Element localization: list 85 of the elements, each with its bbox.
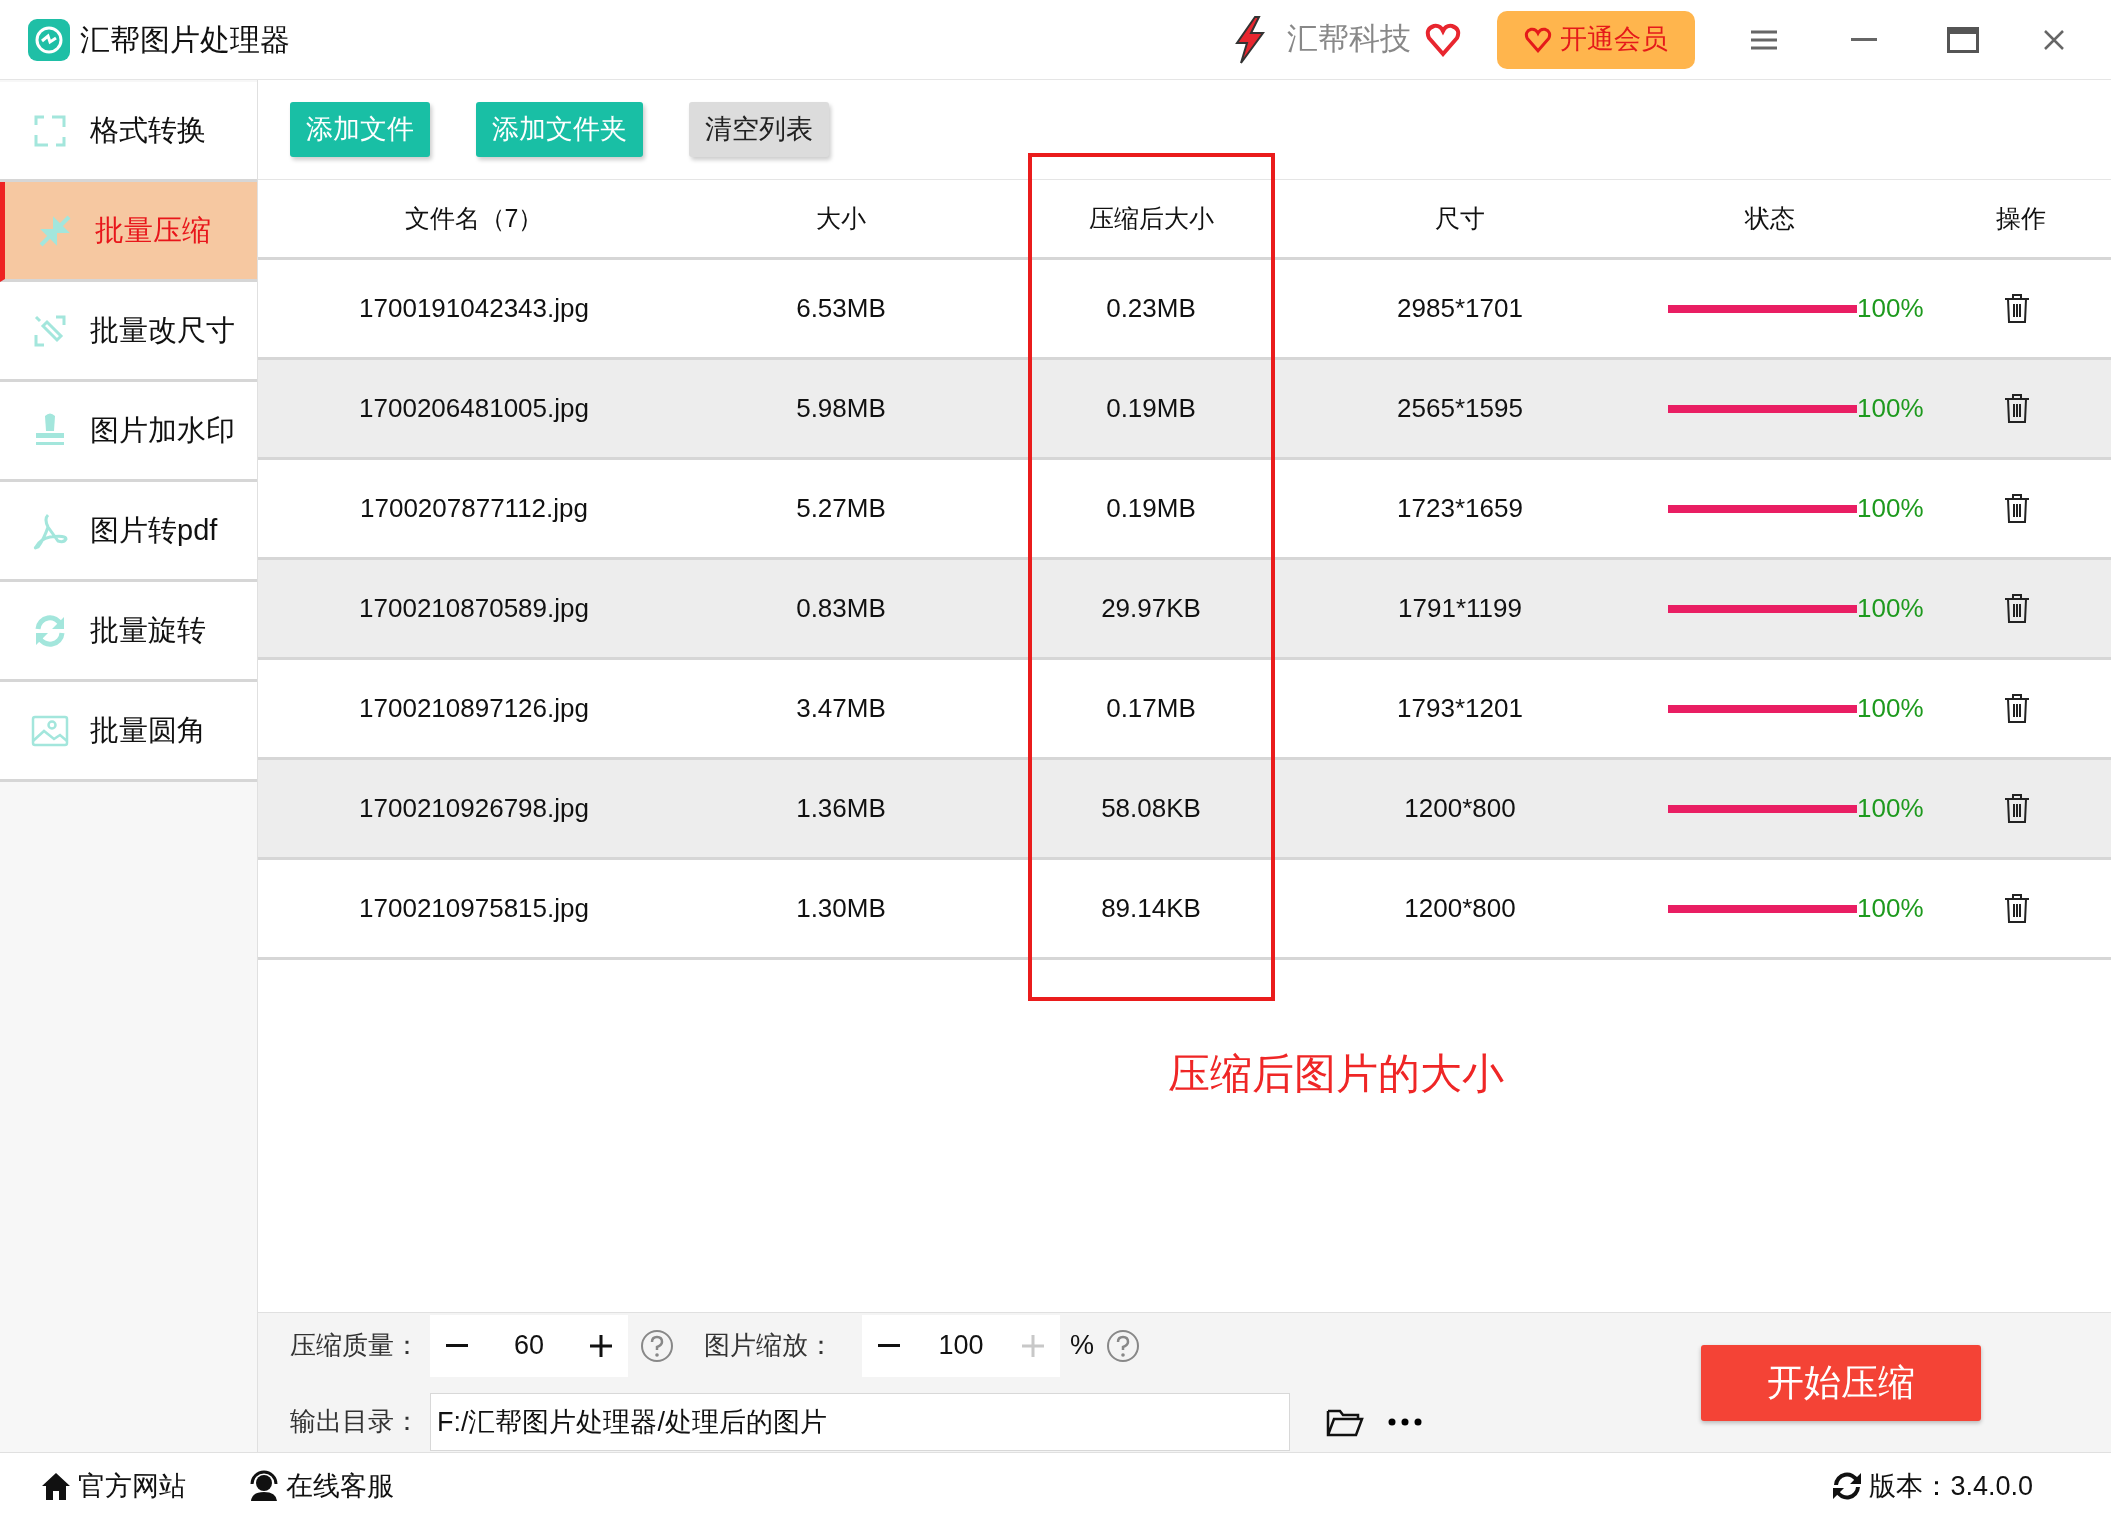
table-cell-text: 1700191042343.jpg bbox=[359, 292, 589, 325]
sidebar-item[interactable]: 图片加水印 bbox=[0, 382, 257, 482]
column-header: 尺寸 bbox=[1435, 202, 1485, 234]
table-cell-text: 29.97KB bbox=[1101, 592, 1201, 625]
table-cell-text: 1793*1201 bbox=[1397, 692, 1523, 725]
home-icon bbox=[40, 1470, 72, 1502]
sidebar-item[interactable]: 格式转换 bbox=[0, 82, 257, 182]
field-label: 压缩质量： bbox=[290, 1329, 420, 1362]
progress-text: 100% bbox=[1857, 892, 1924, 925]
table-cell-text: 0.23MB bbox=[1106, 292, 1196, 325]
table-cell-text: 2565*1595 bbox=[1397, 392, 1523, 425]
table-cell-text: 0.17MB bbox=[1106, 692, 1196, 725]
footer-link[interactable]: 官方网站 bbox=[40, 1465, 186, 1507]
brand-name: 汇帮科技 bbox=[1287, 20, 1411, 59]
close-icon[interactable] bbox=[2043, 28, 2065, 51]
progress-text: 100% bbox=[1857, 492, 1924, 525]
help-icon[interactable] bbox=[1106, 1328, 1140, 1363]
column-header: 文件名（7） bbox=[404, 202, 544, 234]
heart-icon bbox=[1524, 26, 1552, 53]
column-header: 大小 bbox=[816, 202, 866, 234]
minus-icon[interactable] bbox=[446, 1343, 468, 1348]
app-logo-icon bbox=[28, 18, 70, 61]
field-label: 图片缩放： bbox=[704, 1329, 834, 1362]
version-text: 版本：3.4.0.0 bbox=[1869, 1469, 2033, 1503]
table-cell-text: 5.98MB bbox=[796, 392, 886, 425]
window-title: 汇帮图片处理器 bbox=[80, 22, 290, 58]
sidebar-item[interactable]: 批量圆角 bbox=[0, 682, 257, 782]
table-cell-text: 0.19MB bbox=[1106, 392, 1196, 425]
table-cell-text: 1200*800 bbox=[1404, 792, 1516, 825]
table-cell-text: 5.27MB bbox=[796, 492, 886, 525]
number-stepper[interactable]: 100 bbox=[862, 1314, 1060, 1377]
start-button[interactable]: 开始压缩 bbox=[1701, 1344, 1981, 1421]
field-label: 输出目录： bbox=[290, 1405, 420, 1438]
annotation-text: 压缩后图片的大小 bbox=[1168, 1049, 1504, 1099]
table-cell-text: 1.30MB bbox=[796, 892, 886, 925]
table-cell-text: 6.53MB bbox=[796, 292, 886, 325]
trash-icon[interactable] bbox=[2003, 593, 2030, 624]
more-icon[interactable] bbox=[1388, 1417, 1422, 1426]
sidebar-item[interactable]: 图片转pdf bbox=[0, 482, 257, 582]
trash-icon[interactable] bbox=[2003, 793, 2030, 824]
table-cell-text: 1200*800 bbox=[1404, 892, 1516, 925]
sidebar-item[interactable]: 批量改尺寸 bbox=[0, 282, 257, 382]
heart-icon bbox=[1425, 22, 1461, 57]
progress-text: 100% bbox=[1857, 392, 1924, 425]
sidebar-item[interactable]: 批量旋转 bbox=[0, 582, 257, 682]
progress-text: 100% bbox=[1857, 692, 1924, 725]
number-stepper[interactable]: 60 bbox=[430, 1314, 628, 1377]
table-cell-text: 1.36MB bbox=[796, 792, 886, 825]
table-cell-text: 3.47MB bbox=[796, 692, 886, 725]
plus-icon[interactable] bbox=[590, 1334, 612, 1357]
table-cell-text: 1723*1659 bbox=[1397, 492, 1523, 525]
minimize-icon[interactable] bbox=[1851, 37, 1877, 42]
progress-text: 100% bbox=[1857, 592, 1924, 625]
trash-icon[interactable] bbox=[2003, 493, 2030, 524]
output-path-field[interactable]: F:/汇帮图片处理器/处理后的图片 bbox=[430, 1392, 1290, 1451]
table-cell-text: 1700207877112.jpg bbox=[360, 492, 588, 525]
progress-text: 100% bbox=[1857, 292, 1924, 325]
table-cell-text: 0.19MB bbox=[1106, 492, 1196, 525]
minus-icon[interactable] bbox=[878, 1343, 900, 1348]
refresh-icon bbox=[1831, 1470, 1864, 1502]
toolbar-button[interactable]: 清空列表 bbox=[689, 102, 829, 157]
table-cell-text: 1791*1199 bbox=[1398, 592, 1522, 625]
trash-icon[interactable] bbox=[2003, 293, 2030, 324]
trash-icon[interactable] bbox=[2003, 693, 2030, 724]
help-icon[interactable] bbox=[640, 1328, 674, 1363]
table-cell-text: 1700206481005.jpg bbox=[359, 392, 589, 425]
unit-label: % bbox=[1070, 1329, 1094, 1363]
table-cell-text: 2985*1701 bbox=[1397, 292, 1523, 325]
trash-icon[interactable] bbox=[2003, 893, 2030, 924]
table-cell-text: 89.14KB bbox=[1101, 892, 1201, 925]
column-header: 状态 bbox=[1745, 202, 1795, 234]
footer-link[interactable]: 在线客服 bbox=[248, 1465, 394, 1507]
headset-icon bbox=[248, 1470, 280, 1502]
column-header: 压缩后大小 bbox=[1088, 202, 1214, 234]
table-cell-text: 1700210975815.jpg bbox=[359, 892, 589, 925]
trash-icon[interactable] bbox=[2003, 393, 2030, 424]
table-cell-text: 1700210870589.jpg bbox=[359, 592, 589, 625]
table-cell-text: 1700210926798.jpg bbox=[359, 792, 589, 825]
progress-text: 100% bbox=[1857, 792, 1924, 825]
table-cell-text: 58.08KB bbox=[1101, 792, 1201, 825]
table-cell-text: 0.83MB bbox=[796, 592, 886, 625]
maximize-icon[interactable] bbox=[1947, 26, 1979, 53]
table-cell-text: 1700210897126.jpg bbox=[359, 692, 589, 725]
menu-icon[interactable] bbox=[1751, 29, 1777, 50]
column-header: 操作 bbox=[1995, 202, 2046, 234]
